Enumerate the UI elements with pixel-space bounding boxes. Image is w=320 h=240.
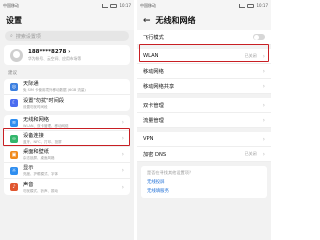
clock-text: 10:17 — [256, 3, 268, 8]
chevron-right-icon: › — [262, 150, 265, 158]
list-item-device-connection[interactable]: ∞ 设备连接 蓝牙、NFC、打印、投屏 › — [4, 131, 130, 147]
signal-icon — [102, 3, 109, 8]
list-item-wireless-network[interactable]: ≋ 无线和网络 WLAN、双卡管理、移动网络 › — [4, 115, 130, 131]
chevron-right-icon: › — [121, 119, 124, 126]
avatar — [10, 48, 23, 62]
item-subtitle: 勿扰模式、铃声、振动 — [23, 188, 58, 193]
sound-icon: ♪ — [10, 183, 18, 191]
account-subtitle: 华为帐号、云空间、应用市场等 — [28, 55, 82, 61]
wlan-row[interactable]: WLAN 已关闭 › — [137, 49, 271, 64]
airplane-mode-row[interactable]: 飞行模式 — [137, 30, 271, 45]
item-label: 桌面和壁纸 — [23, 149, 49, 155]
chevron-right-icon: › — [121, 151, 124, 158]
link-wireless-projection[interactable]: 无线投屏 — [147, 179, 261, 185]
chevron-right-icon: › — [121, 183, 124, 191]
list-item-sound[interactable]: ♪ 声音 勿扰模式、铃声、振动 › — [4, 179, 130, 195]
item-subtitle: 亮度、护眼模式、字体 — [23, 172, 58, 176]
page-title-bar: 设置 — [0, 11, 134, 30]
signal-icon — [239, 3, 246, 8]
list-item-tianjitong[interactable]: ◎ 天际通 免 SIM 卡使用境外移动数据 (6GB 流量) — [4, 79, 130, 95]
chevron-right-icon: › — [262, 135, 265, 143]
mobile-network-label: 移动网络 — [143, 68, 164, 75]
item-subtitle: 蓝牙、NFC、打印、投屏 — [23, 140, 62, 144]
related-settings-card: 是否在寻找其他设置项？ 无线投屏 无线填服务 — [141, 166, 267, 198]
search-icon: ⌕ — [10, 33, 13, 39]
moon-icon: ☾ — [10, 99, 18, 107]
status-bar: 中国移动 10:17 — [137, 0, 271, 11]
item-subtitle: 免 SIM 卡使用境外移动数据 (6GB 流量) — [23, 88, 86, 92]
clock-text: 10:17 — [119, 3, 131, 8]
wlan-status: 已关闭 — [244, 53, 257, 58]
settings-list: ≋ 无线和网络 WLAN、双卡管理、移动网络 › ∞ 设备连接 蓝牙、NFC、打… — [4, 115, 130, 195]
suggestions-card: ◎ 天际通 免 SIM 卡使用境外移动数据 (6GB 流量) ☾ 设置"勿扰"时… — [4, 79, 130, 111]
dual-sim-row[interactable]: 双卡管理 › — [137, 98, 271, 113]
item-label: 显示 — [23, 165, 34, 171]
section-label-suggestions: 建议 — [8, 71, 17, 76]
image-icon: ▣ — [10, 150, 18, 159]
account-card[interactable]: 188****8278 › 华为帐号、云空间、应用市场等 — [4, 45, 130, 65]
item-label: 设置"勿扰"时间段 — [23, 97, 65, 104]
search-input[interactable]: ⌕ 搜索设置项 — [5, 31, 129, 41]
private-dns-label: 加密 DNS — [143, 151, 167, 158]
list-item-wallpaper[interactable]: ▣ 桌面和壁纸 杂志锁屏、桌面风格 › — [4, 147, 130, 163]
chevron-right-icon: › — [121, 135, 124, 142]
private-dns-row[interactable]: 加密 DNS 已关闭 › — [137, 147, 271, 162]
list-item-dnd[interactable]: ☾ 设置"勿扰"时间段 设置勿扰时间段 — [4, 95, 130, 111]
account-name: 188****8278 › — [28, 48, 71, 55]
page-title: 设置 — [6, 16, 22, 25]
chevron-right-icon: › — [262, 116, 265, 124]
chevron-right-icon: › — [121, 167, 124, 174]
page-title-bar: ← 无线和网络 — [137, 11, 271, 30]
related-settings-title: 是否在寻找其他设置项？ — [147, 170, 194, 175]
wireless-network-screen: 中国移动 10:17 ← 无线和网络 飞行模式 WLAN 已关闭 › 移动网络 … — [137, 0, 271, 240]
carrier-text: 中国移动 — [3, 2, 19, 8]
chevron-right-icon: › — [262, 101, 265, 109]
vpn-row[interactable]: VPN › — [137, 132, 271, 147]
link-icon: ∞ — [10, 134, 18, 143]
back-arrow-icon[interactable]: ← — [143, 16, 151, 26]
chevron-right-icon: › — [262, 52, 265, 60]
page-title: 无线和网络 — [155, 16, 196, 25]
item-label: 天际通 — [23, 81, 39, 87]
mobile-network-row[interactable]: 移动网络 › — [137, 64, 271, 79]
traffic-row[interactable]: 流量管理 › — [137, 113, 271, 128]
item-label: 无线和网络 — [23, 117, 49, 123]
airplane-mode-label: 飞行模式 — [143, 34, 164, 41]
link-wireless-service[interactable]: 无线填服务 — [147, 188, 261, 194]
hotspot-label: 移动网络共享 — [143, 83, 175, 90]
settings-screen: 中国移动 10:17 设置 ⌕ 搜索设置项 188****8278 › 华为帐号… — [0, 0, 134, 240]
globe-icon: ◎ — [10, 82, 18, 91]
wifi-icon: ≋ — [10, 118, 18, 127]
chevron-right-icon: › — [262, 82, 265, 90]
chevron-right-icon: › — [262, 67, 265, 75]
airplane-mode-toggle[interactable] — [253, 34, 265, 40]
list-item-display[interactable]: ☼ 显示 亮度、护眼模式、字体 › — [4, 163, 130, 179]
display-icon: ☼ — [10, 166, 18, 175]
traffic-label: 流量管理 — [143, 117, 164, 124]
status-bar: 中国移动 10:17 — [0, 0, 134, 11]
hotspot-row[interactable]: 移动网络共享 › — [137, 79, 271, 94]
vpn-label: VPN — [143, 136, 154, 142]
battery-icon — [110, 3, 118, 8]
carrier-text: 中国移动 — [140, 2, 156, 8]
item-subtitle: 杂志锁屏、桌面风格 — [23, 156, 55, 160]
dual-sim-label: 双卡管理 — [143, 102, 164, 109]
item-label: 设备连接 — [23, 133, 44, 139]
private-dns-status: 已关闭 — [244, 151, 257, 156]
item-label: 声音 — [23, 181, 34, 188]
item-subtitle: 设置勿扰时间段 — [23, 104, 48, 109]
wlan-label: WLAN — [143, 53, 159, 59]
search-placeholder: 搜索设置项 — [15, 33, 41, 40]
item-subtitle: WLAN、双卡管理、移动网络 — [23, 124, 69, 128]
battery-icon — [247, 3, 255, 8]
